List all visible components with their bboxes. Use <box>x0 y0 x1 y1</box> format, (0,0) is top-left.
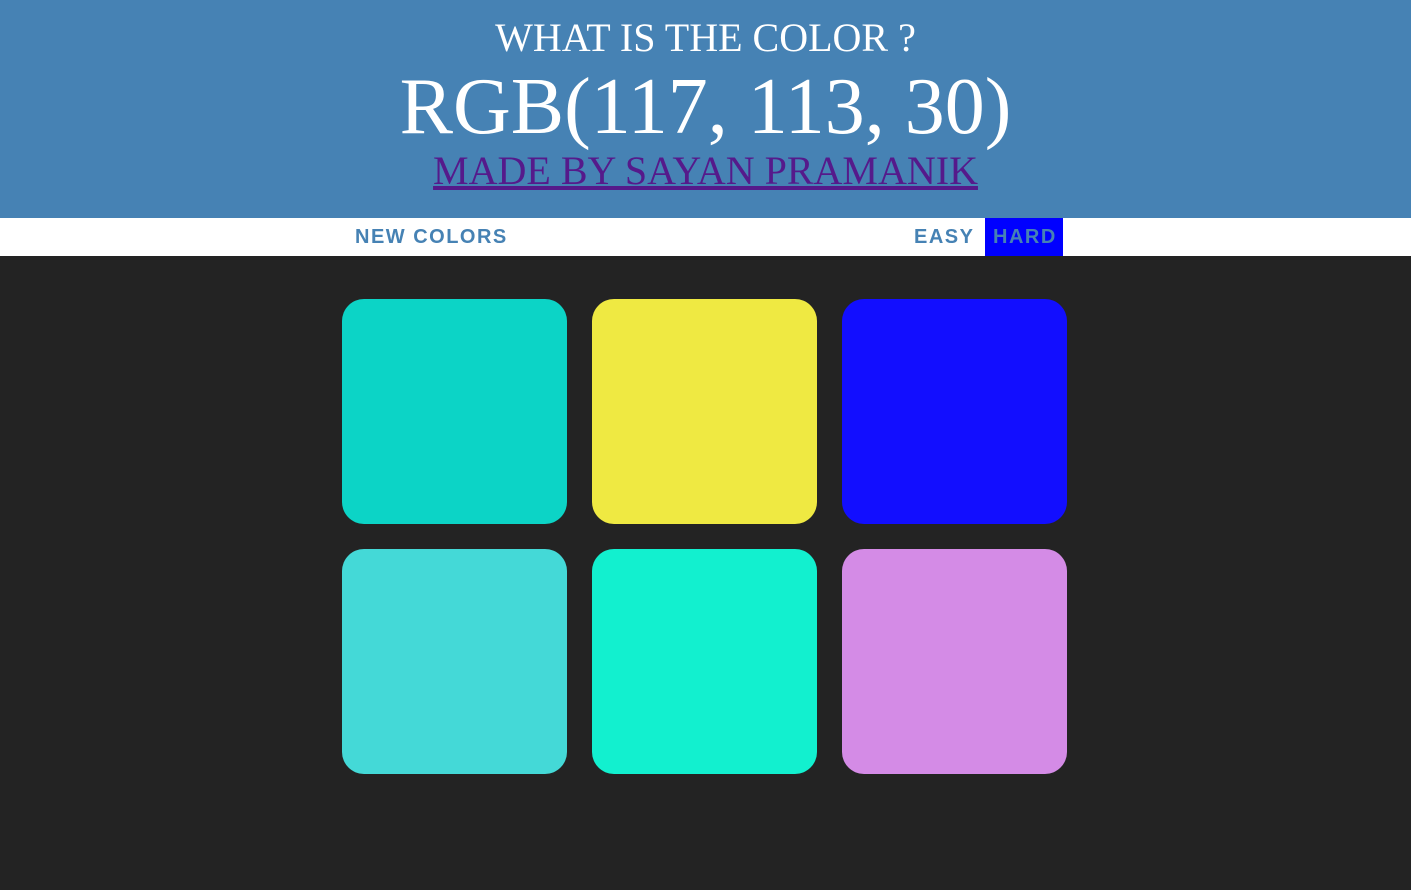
control-bar: NEW COLORS EASY HARD <box>0 218 1411 256</box>
header: WHAT IS THE COLOR ? RGB(117, 113, 30) MA… <box>0 0 1411 218</box>
author-link[interactable]: MADE BY SAYAN PRAMANIK <box>433 148 978 193</box>
color-square[interactable] <box>842 299 1067 524</box>
question-title: WHAT IS THE COLOR ? <box>495 15 916 60</box>
color-square[interactable] <box>342 549 567 774</box>
color-square[interactable] <box>592 549 817 774</box>
color-squares-grid <box>342 299 1067 774</box>
target-rgb-display: RGB(117, 113, 30) <box>399 63 1012 151</box>
hard-mode-button[interactable]: HARD <box>985 218 1063 256</box>
easy-mode-button[interactable]: EASY <box>906 218 982 256</box>
color-square[interactable] <box>592 299 817 524</box>
new-colors-button[interactable]: NEW COLORS <box>347 218 516 256</box>
color-square[interactable] <box>842 549 1067 774</box>
color-square[interactable] <box>342 299 567 524</box>
author-credit: MADE BY SAYAN PRAMANIK <box>0 148 1411 194</box>
